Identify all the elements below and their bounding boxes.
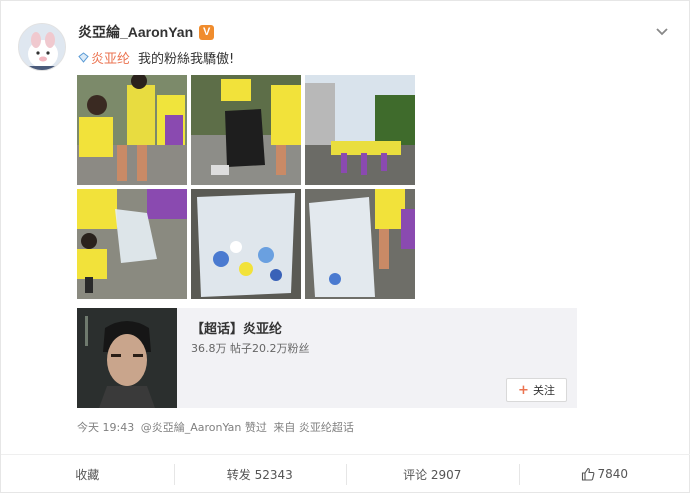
action-bar: 收藏 转发 52343 评论 2907 7840 xyxy=(1,454,690,493)
post-source[interactable]: 来自 炎亚纶超话 xyxy=(273,421,354,434)
thumbs-up-icon xyxy=(582,467,595,481)
photo-thumbnail[interactable] xyxy=(191,189,301,299)
comment-label: 评论 2907 xyxy=(403,467,462,482)
comment-button[interactable]: 评论 2907 xyxy=(346,455,519,493)
photo-thumbnail[interactable] xyxy=(305,75,415,185)
diamond-topic-icon xyxy=(78,51,89,63)
supertopic-cover xyxy=(77,308,177,408)
post-text: 炎亚纶 我的粉絲我驕傲! xyxy=(78,48,235,67)
photo-thumbnail[interactable] xyxy=(305,189,415,299)
topic-link[interactable]: 炎亚纶 xyxy=(91,48,130,67)
post-body: 我的粉絲我驕傲! xyxy=(138,51,235,67)
photo-thumbnail[interactable] xyxy=(191,75,301,185)
chevron-down-icon[interactable] xyxy=(655,27,669,37)
like-button[interactable]: 7840 xyxy=(518,455,690,493)
plus-icon: + xyxy=(518,382,529,398)
user-avatar[interactable] xyxy=(18,23,66,71)
photo-thumbnail[interactable] xyxy=(77,189,187,299)
post-meta: 今天 19:43 @炎亞綸_AaronYan 赞过 来自 炎亚纶超话 xyxy=(77,419,357,435)
username-row: 炎亞綸_AaronYan V xyxy=(78,22,215,42)
favorite-label: 收藏 xyxy=(75,467,100,482)
supertopic-stats: 36.8万 帖子20.2万粉丝 xyxy=(191,342,310,355)
photo-grid xyxy=(77,75,416,299)
favorite-button[interactable]: 收藏 xyxy=(1,455,174,493)
follow-button[interactable]: + 关注 xyxy=(506,378,567,402)
like-count: 7840 xyxy=(597,467,629,481)
supertopic-card[interactable]: 【超话】炎亚纶 36.8万 帖子20.2万粉丝 + 关注 xyxy=(77,308,577,408)
supertopic-title[interactable]: 【超话】炎亚纶 xyxy=(191,318,282,337)
post-time[interactable]: 今天 19:43 xyxy=(77,421,134,434)
repost-label: 转发 52343 xyxy=(226,467,293,482)
liked-by-text: @炎亞綸_AaronYan 赞过 xyxy=(140,421,267,434)
username-link[interactable]: 炎亞綸_AaronYan xyxy=(78,22,193,42)
weibo-post-card: 炎亞綸_AaronYan V 炎亚纶 我的粉絲我驕傲! 【超话】炎亚纶 36.8… xyxy=(0,0,690,493)
follow-label: 关注 xyxy=(532,384,555,397)
photo-thumbnail[interactable] xyxy=(77,75,187,185)
repost-button[interactable]: 转发 52343 xyxy=(173,455,347,493)
verified-badge-icon: V xyxy=(199,24,215,40)
